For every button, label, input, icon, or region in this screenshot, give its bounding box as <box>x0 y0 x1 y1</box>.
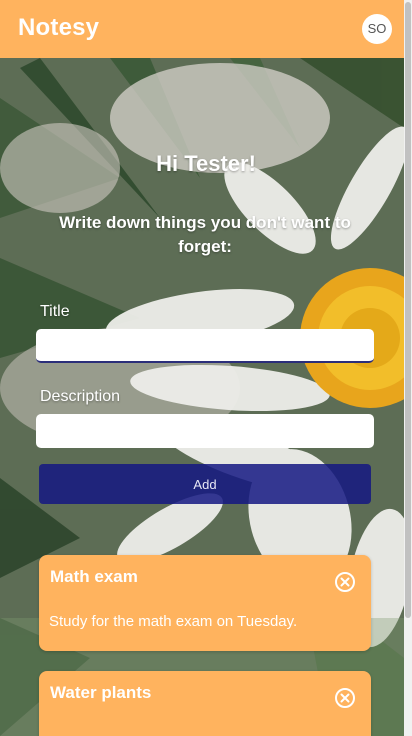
title-input[interactable] <box>36 329 374 363</box>
scrollbar[interactable] <box>404 0 412 736</box>
description-label: Description <box>40 388 121 405</box>
brand-logo[interactable]: Notesy <box>18 14 99 42</box>
note-card: Math exam Study for the math exam on Tue… <box>39 555 371 651</box>
scrollbar-thumb[interactable] <box>405 2 411 618</box>
note-description: Study for the math exam on Tuesday. <box>49 613 298 630</box>
app-header: Notesy SO <box>0 0 404 58</box>
add-note-button[interactable]: Add <box>39 464 371 504</box>
note-card: Water plants <box>39 671 371 736</box>
form-subheading: Write down things you don't want to forg… <box>59 213 351 256</box>
note-title: Water plants <box>50 683 152 702</box>
close-circle-icon[interactable] <box>334 571 356 593</box>
app-page: Notesy SO Hi Tester! Write down things y… <box>0 0 412 736</box>
greeting-heading: Hi Tester! <box>156 151 256 176</box>
title-label: Title <box>40 303 70 320</box>
close-circle-icon[interactable] <box>334 687 356 709</box>
description-input[interactable] <box>36 414 374 448</box>
note-title: Math exam <box>50 567 138 586</box>
user-avatar[interactable]: SO <box>362 14 392 44</box>
